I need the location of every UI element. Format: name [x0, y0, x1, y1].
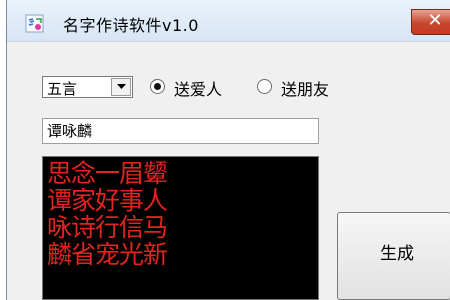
client-area: 五言 送爱人 送朋友 谭咏麟 思念一眉颦 谭家好事人 咏诗行信马 麟省宠光新 生… — [7, 42, 450, 300]
radio-send-friend-label: 送朋友 — [281, 80, 330, 99]
poem-line: 谭家好事人 — [47, 186, 168, 215]
app-window: 名字作诗软件v1.0 ✕ 五言 送爱人 送朋友 谭咏麟 思念一眉颦 谭家好事人 … — [6, 0, 450, 300]
generate-button[interactable]: 生成 — [337, 212, 450, 300]
poem-line: 咏诗行信马 — [47, 213, 168, 242]
radio-send-lover-label: 送爱人 — [174, 80, 223, 99]
poem-type-select[interactable]: 五言 — [42, 76, 133, 98]
dropdown-button[interactable] — [111, 78, 131, 96]
radio-send-friend-dot[interactable] — [257, 79, 272, 94]
radio-send-lover-dot[interactable] — [150, 79, 165, 94]
poem-line: 麟省宠光新 — [47, 240, 168, 269]
chevron-down-icon — [117, 84, 126, 89]
app-icon — [25, 14, 45, 34]
poem-line: 思念一眉颦 — [47, 159, 168, 188]
poem-type-value: 五言 — [47, 80, 78, 98]
close-icon: ✕ — [427, 10, 443, 31]
title-bar[interactable]: 名字作诗软件v1.0 ✕ — [7, 0, 450, 42]
name-input[interactable]: 谭咏麟 — [42, 118, 319, 144]
window-title: 名字作诗软件v1.0 — [63, 16, 199, 35]
close-button[interactable]: ✕ — [411, 9, 450, 35]
poem-output[interactable]: 思念一眉颦 谭家好事人 咏诗行信马 麟省宠光新 — [42, 156, 319, 300]
